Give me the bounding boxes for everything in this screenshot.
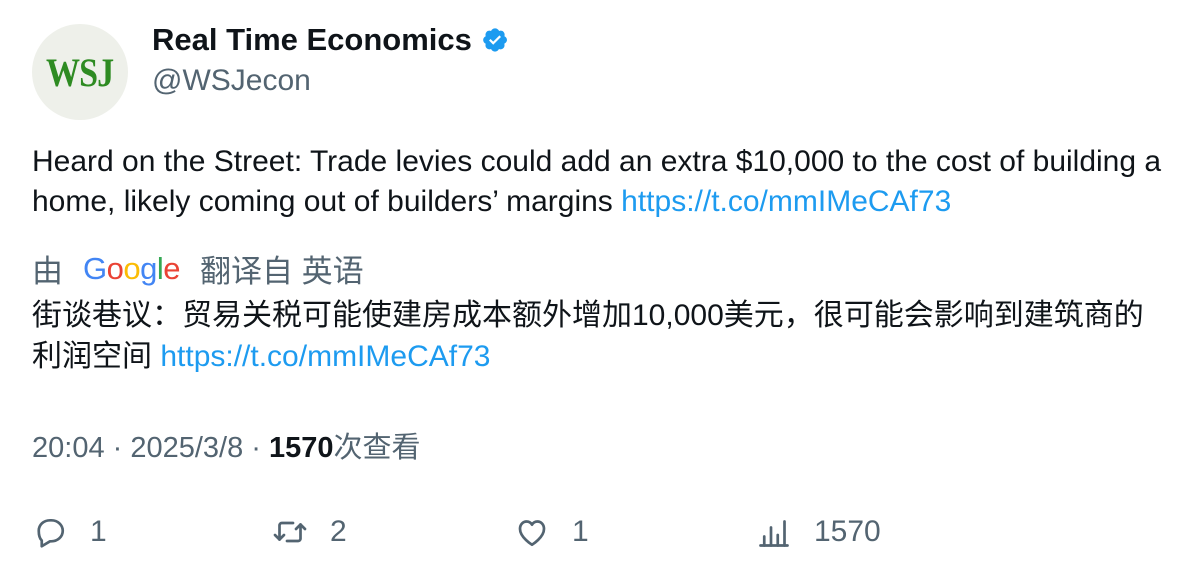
author-handle[interactable]: @WSJecon: [152, 64, 311, 98]
meta-separator: ·: [243, 432, 270, 464]
views-count: 1570: [269, 432, 334, 464]
retweet-icon: [273, 521, 307, 543]
tweet-link[interactable]: https://t.co/mmIMeCAf73: [621, 185, 951, 218]
tweet-meta: 20:04 · 2025/3/8 · 1570次查看: [32, 424, 421, 466]
like-count: 1: [572, 515, 589, 548]
tweet-date[interactable]: 2025/3/8: [130, 432, 243, 464]
reply-count: 1: [90, 515, 107, 548]
views-label: 次查看: [333, 432, 421, 464]
avatar[interactable]: WSJ: [32, 24, 128, 120]
translation-attribution: 由 Google 翻译自 英语: [32, 246, 364, 291]
tweet-time[interactable]: 20:04: [32, 432, 105, 464]
display-name-text: Real Time Economics: [152, 22, 472, 57]
meta-separator: ·: [104, 432, 131, 464]
views-count-action: 1570: [814, 515, 881, 548]
retweet-button[interactable]: 2: [272, 510, 347, 554]
tweet-text: Heard on the Street: Trade levies could …: [32, 142, 1172, 222]
analytics-icon: [759, 520, 789, 547]
heart-icon: [518, 520, 546, 547]
author-name[interactable]: Real Time Economics: [152, 22, 509, 58]
tweet-body: Heard on the Street: Trade levies could …: [32, 145, 1162, 218]
google-logo-icon: Google: [83, 250, 181, 286]
translation-suffix: 翻译自 英语: [200, 254, 364, 289]
views-button[interactable]: 1570: [756, 510, 881, 554]
translated-link[interactable]: https://t.co/mmIMeCAf73: [160, 340, 490, 373]
reply-button[interactable]: 1: [32, 510, 107, 554]
translation-prefix: 由: [32, 254, 63, 289]
retweet-count: 2: [330, 515, 347, 548]
translated-text: 街谈巷议：贸易关税可能使建房成本额外增加10,000美元，很可能会影响到建筑商的…: [32, 295, 1172, 377]
reply-icon: [37, 518, 65, 548]
avatar-logo-text: WSJ: [46, 49, 114, 95]
like-button[interactable]: 1: [514, 510, 589, 554]
verified-badge-icon: [483, 28, 507, 52]
